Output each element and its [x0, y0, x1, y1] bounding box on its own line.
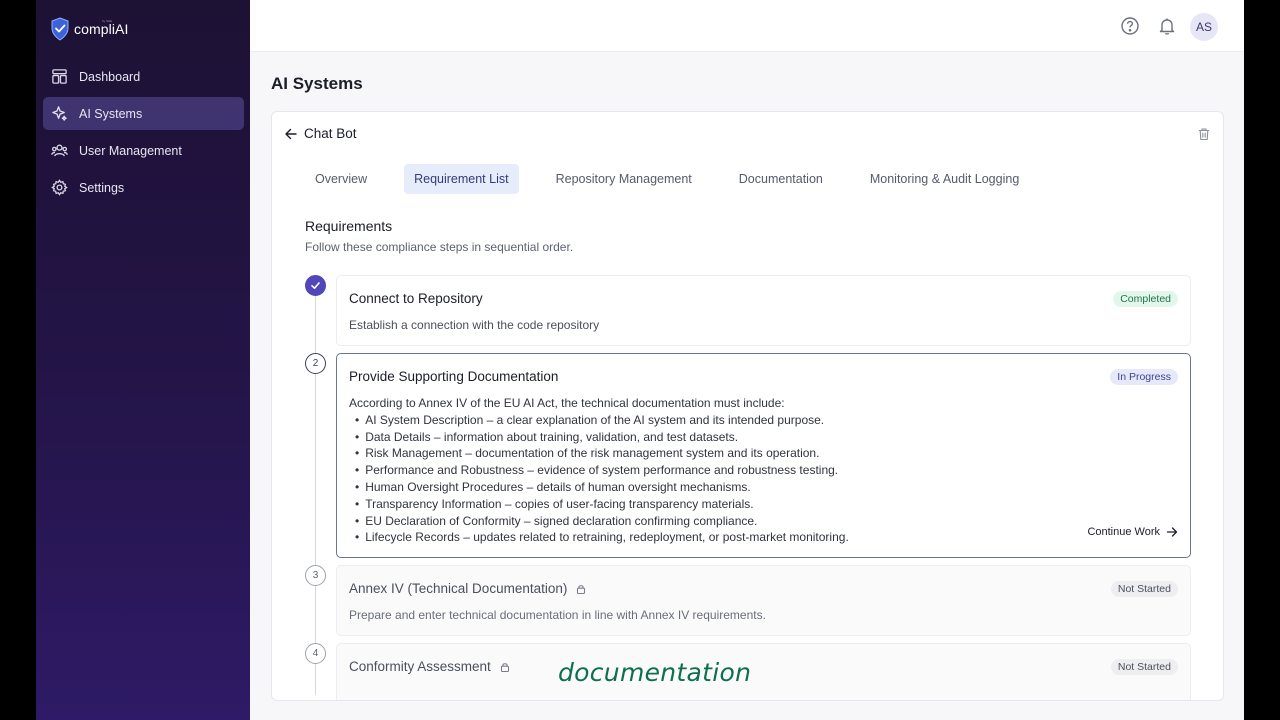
system-name: Chat Bot — [304, 126, 357, 141]
step-title: Conformity Assessment — [349, 659, 511, 674]
sparkle-icon — [52, 106, 67, 121]
sidebar-item-ai-systems[interactable]: AI Systems — [43, 97, 244, 130]
sidebar: compliAI by SHE Dashboard AI Systems Use… — [36, 0, 250, 720]
arrow-right-icon — [1166, 527, 1178, 537]
tab-repository-management[interactable]: Repository Management — [546, 164, 702, 194]
top-bar: AS — [250, 0, 1244, 52]
brand-logo[interactable]: compliAI — [50, 16, 128, 42]
documentation-requirements: According to Annex IV of the EU AI Act, … — [349, 395, 849, 546]
step-number: 2 — [305, 353, 326, 374]
step-supporting-documentation[interactable]: Provide Supporting Documentation In Prog… — [336, 353, 1191, 558]
brand-subtitle: by SHE — [102, 19, 113, 23]
step-number: 3 — [305, 565, 326, 586]
help-icon[interactable] — [1120, 16, 1140, 36]
bell-icon[interactable] — [1157, 16, 1177, 36]
check-icon — [311, 282, 320, 289]
list-item: AI System Description – a clear explanat… — [355, 412, 849, 429]
gear-icon — [51, 179, 68, 196]
list-item: EU Declaration of Conformity – signed de… — [355, 513, 849, 530]
status-badge: Not Started — [1110, 659, 1178, 675]
documentation-intro: According to Annex IV of the EU AI Act, … — [349, 396, 785, 410]
dashboard-icon — [52, 69, 67, 84]
sidebar-item-dashboard[interactable]: Dashboard — [43, 60, 244, 93]
sidebar-item-user-management[interactable]: User Management — [43, 134, 244, 167]
list-item: Human Oversight Procedures – details of … — [355, 479, 849, 496]
sidebar-item-label: Dashboard — [79, 69, 141, 84]
list-item: Risk Management – documentation of the r… — [355, 445, 849, 462]
step-number: 4 — [305, 643, 326, 664]
list-item: Performance and Robustness – evidence of… — [355, 462, 849, 479]
sidebar-item-label: User Management — [79, 143, 182, 158]
status-badge: In Progress — [1110, 369, 1178, 385]
video-caption: documentation — [558, 658, 752, 687]
app-window: compliAI by SHE Dashboard AI Systems Use… — [36, 0, 1244, 720]
step-description: Establish a connection with the code rep… — [349, 318, 600, 332]
continue-work-button[interactable]: Continue Work — [1087, 526, 1178, 538]
trash-icon[interactable] — [1197, 127, 1211, 141]
users-icon — [51, 144, 68, 157]
status-badge: Completed — [1113, 291, 1178, 307]
sidebar-nav: Dashboard AI Systems User Management Set… — [43, 60, 244, 208]
arrow-left-icon — [285, 128, 297, 139]
sidebar-item-label: AI Systems — [79, 106, 143, 121]
sidebar-item-settings[interactable]: Settings — [43, 171, 244, 204]
tab-overview[interactable]: Overview — [305, 164, 377, 194]
tab-documentation[interactable]: Documentation — [729, 164, 833, 194]
back-button[interactable]: Chat Bot — [284, 126, 357, 141]
step-1-check — [305, 275, 326, 296]
requirements-subtitle: Follow these compliance steps in sequent… — [305, 240, 574, 254]
tab-requirement-list[interactable]: Requirement List — [404, 164, 519, 194]
step-title: Provide Supporting Documentation — [349, 369, 559, 384]
page-title: AI Systems — [271, 74, 363, 93]
step-conformity-assessment[interactable]: Conformity Assessment Not Started — [336, 643, 1191, 700]
shield-check-icon — [51, 17, 69, 41]
lock-icon — [577, 584, 586, 594]
tab-bar: Overview Requirement List Repository Man… — [305, 164, 1056, 194]
list-item: Transparency Information – copies of use… — [355, 496, 849, 513]
lock-icon — [500, 662, 509, 672]
documentation-list: AI System Description – a clear explanat… — [349, 412, 849, 546]
step-title: Annex IV (Technical Documentation) — [349, 581, 587, 596]
brand-name: compliAI — [74, 21, 129, 37]
step-title: Connect to Repository — [349, 291, 483, 306]
system-card: Chat Bot Overview Requirement List Repos… — [271, 111, 1224, 701]
sidebar-item-label: Settings — [79, 180, 125, 195]
step-connect-repository[interactable]: Connect to Repository Completed Establis… — [336, 275, 1191, 346]
status-badge: Not Started — [1110, 581, 1178, 597]
step-description: Prepare and enter technical documentatio… — [349, 608, 766, 622]
tab-monitoring-audit-logging[interactable]: Monitoring & Audit Logging — [860, 164, 1029, 194]
step-annex-iv[interactable]: Annex IV (Technical Documentation) Not S… — [336, 565, 1191, 636]
list-item: Data Details – information about trainin… — [355, 429, 849, 446]
avatar[interactable]: AS — [1190, 13, 1218, 41]
list-item: Lifecycle Records – updates related to r… — [355, 529, 849, 546]
requirements-title: Requirements — [305, 218, 393, 234]
